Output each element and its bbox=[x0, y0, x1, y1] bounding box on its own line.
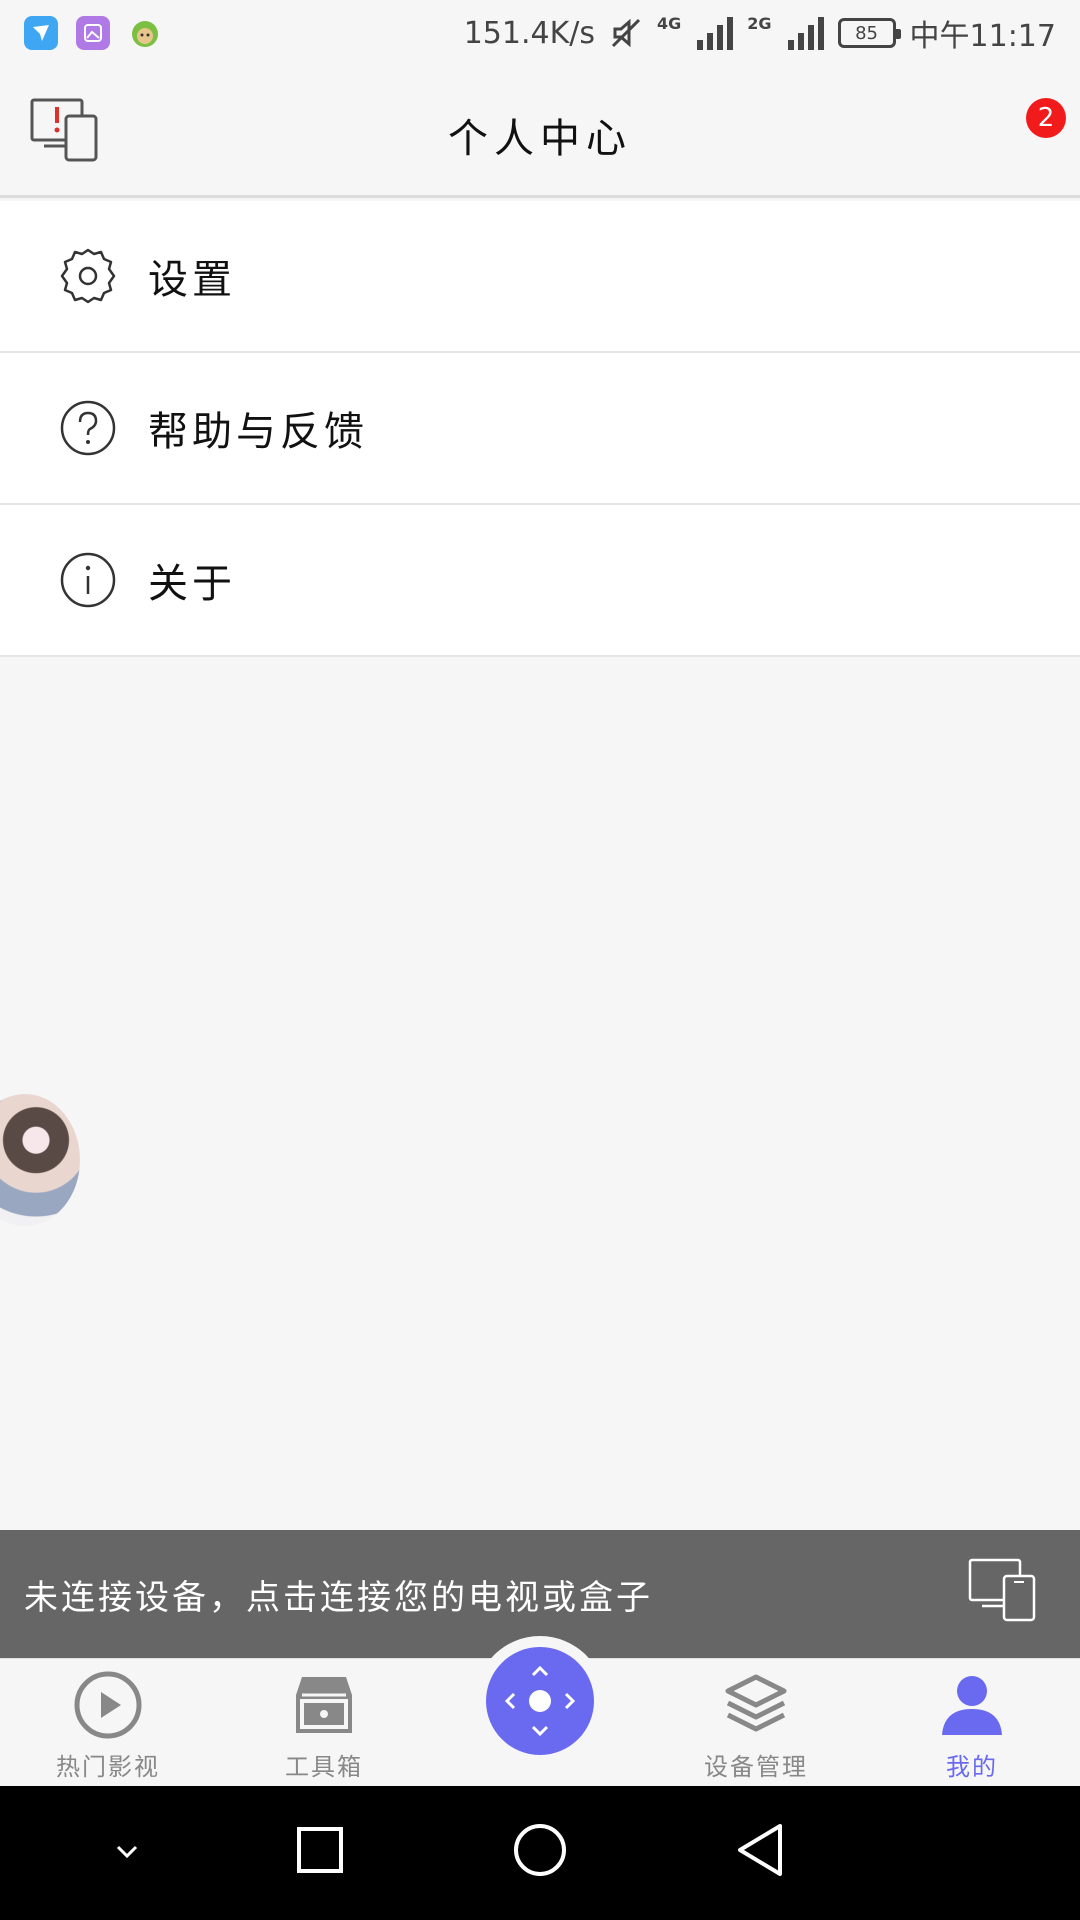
system-nav-bar bbox=[0, 1786, 1080, 1920]
clock: 中午11:17 bbox=[909, 19, 1056, 54]
monkey-app-icon bbox=[128, 16, 162, 50]
help-icon bbox=[60, 400, 116, 456]
tab-toolbox[interactable]: 工具箱 bbox=[224, 1669, 424, 1782]
gallery-app-icon bbox=[76, 16, 110, 50]
info-icon bbox=[60, 552, 116, 608]
play-icon bbox=[74, 1671, 142, 1739]
chevron-down-icon[interactable] bbox=[110, 1834, 144, 1868]
signal-icon bbox=[697, 16, 734, 50]
recent-apps-icon[interactable] bbox=[296, 1826, 344, 1874]
tab-label-device-management: 设备管理 bbox=[704, 1753, 808, 1781]
signal-icon-2 bbox=[787, 16, 824, 50]
screen: 151.4K/s 4G 2G 85 中午11:17 个人中心 2 设置 帮助与反… bbox=[0, 0, 1080, 1920]
settings-menu: 设置 帮助与反馈 关于 bbox=[0, 201, 1080, 657]
toolbox-icon bbox=[296, 1677, 352, 1733]
remote-control-container bbox=[475, 1636, 605, 1766]
status-app-icons bbox=[24, 16, 162, 50]
network-type-1: 4G bbox=[657, 13, 682, 33]
layers-icon bbox=[725, 1674, 787, 1732]
menu-label-about: 关于 bbox=[148, 561, 236, 607]
battery-icon: 85 bbox=[837, 18, 901, 48]
message-app-icon bbox=[24, 16, 58, 50]
tab-hot-videos[interactable]: 热门影视 bbox=[8, 1669, 208, 1782]
gear-icon bbox=[60, 248, 116, 304]
menu-item-settings[interactable]: 设置 bbox=[0, 201, 1080, 353]
mute-icon bbox=[611, 18, 641, 48]
tab-label-mine: 我的 bbox=[946, 1753, 998, 1781]
menu-label-help: 帮助与反馈 bbox=[148, 409, 368, 455]
network-type-2: 2G bbox=[747, 13, 772, 33]
menu-item-help[interactable]: 帮助与反馈 bbox=[0, 353, 1080, 505]
device-screen-icon bbox=[968, 1558, 1036, 1622]
tab-mine[interactable]: 我的 bbox=[872, 1669, 1072, 1782]
floating-avatar-button[interactable] bbox=[0, 1094, 80, 1226]
home-icon[interactable] bbox=[512, 1822, 568, 1878]
connect-banner-text: 未连接设备，点击连接您的电视或盒子 bbox=[24, 1577, 653, 1618]
back-icon[interactable] bbox=[734, 1822, 786, 1878]
menu-item-about[interactable]: 关于 bbox=[0, 505, 1080, 657]
dpad-icon bbox=[504, 1665, 576, 1737]
status-indicators: 151.4K/s 4G 2G 85 中午11:17 bbox=[464, 11, 1056, 55]
remote-control-button[interactable] bbox=[486, 1647, 594, 1755]
tab-device-management[interactable]: 设备管理 bbox=[656, 1669, 856, 1782]
header: 个人中心 2 bbox=[0, 66, 1080, 198]
notification-badge[interactable]: 2 bbox=[1026, 98, 1066, 138]
user-icon bbox=[942, 1676, 1002, 1735]
status-bar: 151.4K/s 4G 2G 85 中午11:17 bbox=[0, 0, 1080, 66]
network-speed: 151.4K/s bbox=[463, 15, 595, 51]
tab-label-toolbox: 工具箱 bbox=[285, 1753, 363, 1781]
battery-level: 85 bbox=[855, 22, 878, 44]
tab-label-hot-videos: 热门影视 bbox=[56, 1753, 160, 1781]
menu-label-settings: 设置 bbox=[148, 257, 236, 303]
page-title: 个人中心 bbox=[448, 116, 632, 162]
